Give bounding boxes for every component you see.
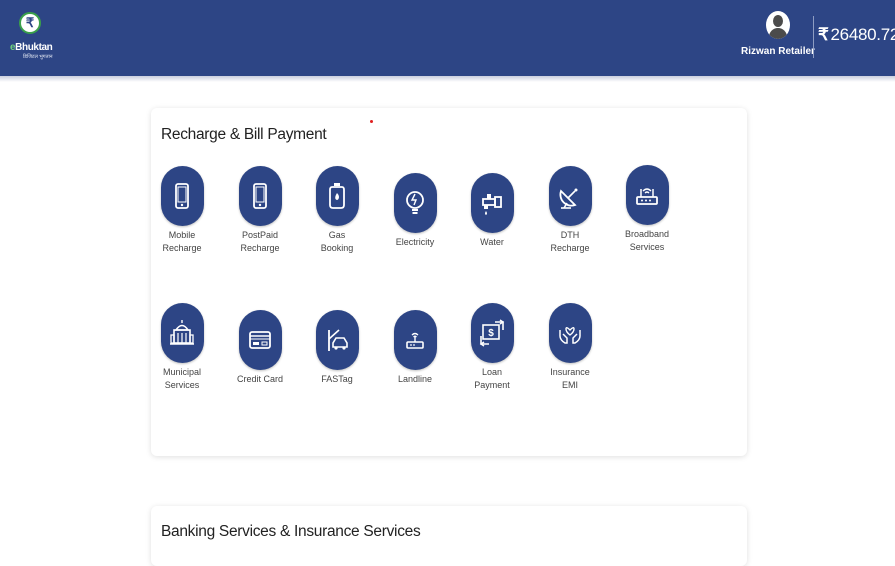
bulb-icon <box>393 173 437 233</box>
service-label: Electricity <box>395 237 435 247</box>
avatar-body <box>769 28 787 39</box>
service-electricity[interactable]: Electricity <box>382 173 448 249</box>
satellite-dish-icon <box>548 166 592 226</box>
red-dot <box>370 120 373 123</box>
service-label: Landline <box>397 374 433 384</box>
service-label: Credit Card <box>236 374 283 384</box>
service-label: Gas Booking <box>320 230 354 253</box>
service-fastag[interactable]: FASTag <box>304 310 370 386</box>
logo-tagline: डिजिटल भुगतान <box>23 54 53 60</box>
loan-payment-icon: $ <box>470 303 514 363</box>
avatar[interactable] <box>766 11 790 39</box>
credit-card-icon <box>238 310 282 370</box>
service-credit-card[interactable]: Credit Card <box>227 310 293 386</box>
service-label: DTH Recharge <box>550 230 590 253</box>
service-label: Water <box>480 237 504 247</box>
router-icon <box>625 165 669 225</box>
avatar-head <box>773 15 783 27</box>
service-label: Mobile Recharge <box>162 230 202 253</box>
service-landline[interactable]: Landline <box>382 310 448 386</box>
logo-symbol: ₹ <box>25 15 35 30</box>
service-gas-booking[interactable]: Gas Booking <box>304 166 370 255</box>
bhuktan-logo[interactable]: ₹ eBhuktan डिजिटल भुगतान <box>10 12 54 62</box>
service-mobile-recharge[interactable]: Mobile Recharge <box>149 166 215 255</box>
service-label: Municipal Services <box>162 367 202 390</box>
service-broadband[interactable]: Broadband Services <box>614 165 680 254</box>
service-label: Loan Payment <box>474 367 510 390</box>
municipal-building-icon <box>160 303 204 363</box>
mobile-icon <box>160 166 204 226</box>
gas-cylinder-icon <box>315 166 359 226</box>
fastag-car-icon <box>315 310 359 370</box>
header-divider <box>813 16 814 58</box>
wallet-balance[interactable]: ₹26480.72 <box>818 25 895 45</box>
service-insurance-emi[interactable]: Insurance EMI <box>537 303 603 392</box>
service-label: Insurance EMI <box>550 367 590 390</box>
landline-icon <box>393 310 437 370</box>
service-postpaid-recharge[interactable]: PostPaid Recharge <box>227 166 293 255</box>
user-name[interactable]: Rizwan Retailer <box>741 46 815 57</box>
banking-insurance-card: Banking Services & Insurance Services <box>151 506 747 566</box>
recharge-section-title: Recharge & Bill Payment <box>161 126 327 143</box>
logo-text: Bhuktan <box>15 42 53 53</box>
service-label: FASTag <box>321 374 353 384</box>
service-municipal[interactable]: Municipal Services <box>149 303 215 392</box>
postpaid-mobile-icon <box>238 166 282 226</box>
insurance-hands-icon <box>548 303 592 363</box>
water-tap-icon <box>470 173 514 233</box>
service-dth-recharge[interactable]: DTH Recharge <box>537 166 603 255</box>
service-loan-payment[interactable]: $ Loan Payment <box>459 303 525 392</box>
rupee-icon: ₹ <box>818 25 829 44</box>
recharge-bill-payment-card: Recharge & Bill Payment Mobile Recharge … <box>151 108 747 456</box>
banking-section-title: Banking Services & Insurance Services <box>161 523 421 540</box>
service-label: Broadband Services <box>624 229 670 252</box>
top-header: ₹ eBhuktan डिजिटल भुगतान Rizwan Retailer… <box>0 0 895 76</box>
service-label: PostPaid Recharge <box>240 230 280 253</box>
logo-name: eBhuktan <box>10 42 53 53</box>
svg-text:$: $ <box>488 328 494 339</box>
service-water[interactable]: Water <box>459 173 525 249</box>
header-shadow <box>0 76 895 82</box>
balance-amount: 26480.72 <box>830 25 895 44</box>
rupee-logo-icon: ₹ <box>19 12 41 34</box>
